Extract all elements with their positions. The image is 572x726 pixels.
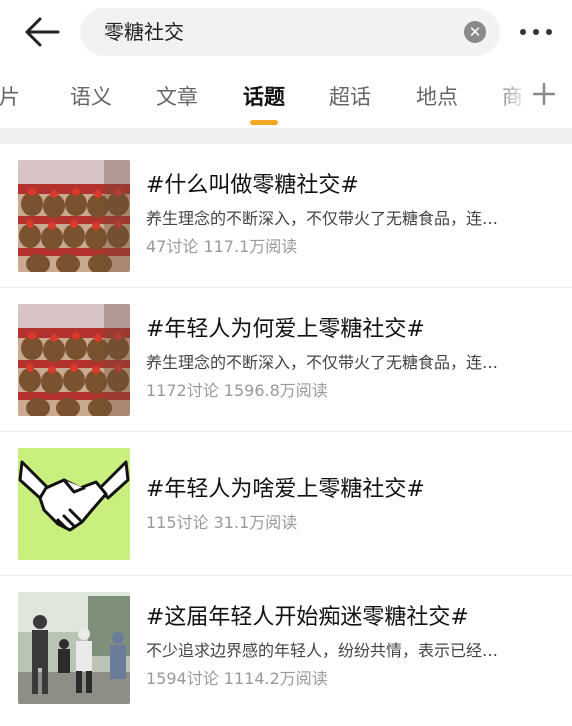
tab-fade <box>494 66 528 128</box>
topic-title[interactable]: #年轻人为啥爱上零糖社交# <box>146 476 425 504</box>
topic-stats: 1594讨论 1114.2万阅读 <box>146 669 328 688</box>
clear-icon[interactable]: ✕ <box>464 21 486 43</box>
topic-title[interactable]: #这届年轻人开始痴迷零糖社交# <box>146 604 469 632</box>
topic-item[interactable]: #年轻人为啥爱上零糖社交# 115讨论 31.1万阅读 <box>0 432 572 576</box>
tab-semantic[interactable]: 语义 <box>70 84 112 110</box>
topic-item[interactable]: #年轻人为何爱上零糖社交# 养生理念的不断深入，不仅带火了无糖食品，连… 117… <box>0 288 572 432</box>
topic-stats: 115讨论 31.1万阅读 <box>146 513 298 532</box>
active-tab-indicator <box>250 120 278 125</box>
tab-places[interactable]: 地点 <box>416 84 458 110</box>
search-bar[interactable]: 零糖社交 ✕ <box>80 8 500 56</box>
topic-title[interactable]: #什么叫做零糖社交# <box>146 172 359 200</box>
tab-topics[interactable]: 话题 <box>243 84 285 110</box>
back-arrow-icon[interactable] <box>22 14 62 50</box>
tab-bar: 图片 语义 文章 话题 超话 地点 商 <box>0 66 572 128</box>
tab-super-topics[interactable]: 超话 <box>329 84 371 110</box>
topic-item[interactable]: #这届年轻人开始痴迷零糖社交# 不少追求边界感的年轻人，纷纷共情，表示已经… 1… <box>0 576 572 720</box>
topic-stats: 47讨论 117.1万阅读 <box>146 237 298 256</box>
topic-thumbnail <box>18 304 130 416</box>
top-bar: 零糖社交 ✕ <box>0 0 572 64</box>
topic-description: 养生理念的不断深入，不仅带火了无糖食品，连… <box>146 209 499 228</box>
topic-thumbnail <box>18 448 130 560</box>
topic-stats: 1172讨论 1596.8万阅读 <box>146 381 328 400</box>
topic-item[interactable]: #什么叫做零糖社交# 养生理念的不断深入，不仅带火了无糖食品，连… 47讨论 1… <box>0 144 572 288</box>
topic-title[interactable]: #年轻人为何爱上零糖社交# <box>146 316 425 344</box>
topic-description: 不少追求边界感的年轻人，纷纷共情，表示已经… <box>146 641 499 660</box>
topic-description: 养生理念的不断深入，不仅带火了无糖食品，连… <box>146 353 499 372</box>
plus-icon[interactable] <box>530 80 558 108</box>
topic-thumbnail <box>18 592 130 704</box>
topic-thumbnail <box>18 160 130 272</box>
tab-articles[interactable]: 文章 <box>156 84 198 110</box>
more-icon[interactable] <box>516 18 556 46</box>
section-divider <box>0 128 572 144</box>
search-query[interactable]: 零糖社交 <box>104 20 184 44</box>
tab-images[interactable]: 图片 <box>0 84 20 110</box>
